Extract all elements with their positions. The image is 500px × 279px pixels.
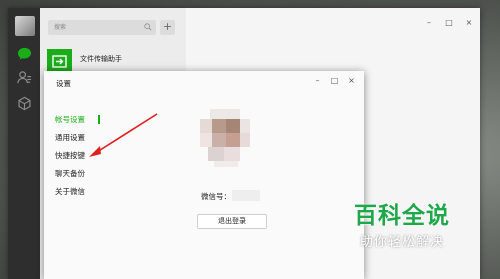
menu-item-account[interactable]: 帐号设置 <box>55 114 100 125</box>
logout-button[interactable]: 退出登录 <box>197 214 267 229</box>
wechat-id-label: 微信号： <box>201 192 231 201</box>
contacts-icon[interactable] <box>17 70 32 85</box>
wechat-id-value <box>232 190 260 201</box>
minimize-button[interactable]: – <box>424 18 434 28</box>
sidebar-nav <box>8 8 40 279</box>
profile-avatar <box>200 109 250 167</box>
dialog-minimize-button[interactable]: – <box>313 75 322 87</box>
maximize-button[interactable]: □ <box>444 18 454 28</box>
avatar[interactable] <box>15 16 35 36</box>
dialog-close-button[interactable]: × <box>347 75 356 87</box>
window-controls: – □ × <box>424 18 474 28</box>
dialog-controls: – □ × <box>313 75 356 87</box>
watermark: 百科全说 助你轻松解决 <box>337 196 467 258</box>
search-placeholder: 搜索 <box>54 24 67 31</box>
settings-dialog: 设置 – □ × 帐号设置 通用设置 快捷按键 聊天备份 关于微信 微信号： 退… <box>44 71 364 279</box>
menu-item-shortcuts[interactable]: 快捷按键 <box>55 150 85 161</box>
menu-item-general[interactable]: 通用设置 <box>55 132 85 143</box>
dialog-title: 设置 <box>56 79 71 88</box>
favorites-icon[interactable] <box>17 96 32 111</box>
menu-item-label: 帐号设置 <box>55 115 85 124</box>
close-button[interactable]: × <box>464 18 474 28</box>
chat-icon[interactable] <box>17 46 32 61</box>
menu-item-backup[interactable]: 聊天备份 <box>55 168 85 179</box>
add-button[interactable]: + <box>160 20 175 35</box>
dialog-maximize-button[interactable]: □ <box>330 75 339 87</box>
active-indicator <box>98 115 100 124</box>
menu-item-about[interactable]: 关于微信 <box>55 186 85 197</box>
watermark-title: 百科全说 <box>354 203 450 229</box>
menu-item-label: 聊天备份 <box>55 169 85 178</box>
search-input[interactable]: 搜索 <box>48 20 156 35</box>
menu-item-label: 关于微信 <box>55 187 85 196</box>
menu-item-label: 通用设置 <box>55 133 85 142</box>
chat-item-name: 文件传输助手 <box>80 55 122 63</box>
menu-item-label: 快捷按键 <box>55 151 85 160</box>
search-icon <box>144 23 152 31</box>
watermark-subtitle: 助你轻松解决 <box>359 235 444 250</box>
